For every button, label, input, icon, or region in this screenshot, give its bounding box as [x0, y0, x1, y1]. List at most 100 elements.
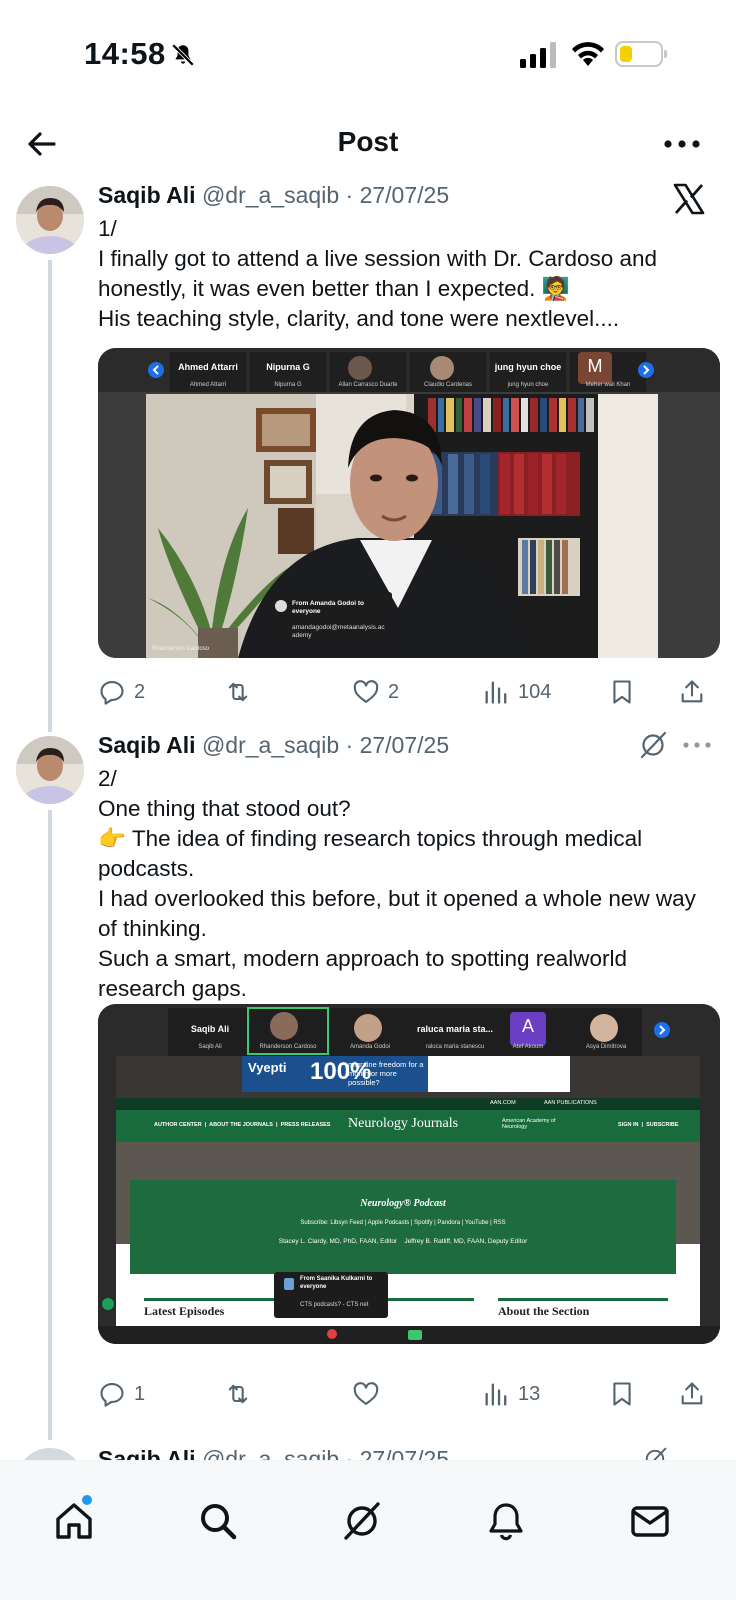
tweet-3-peek[interactable]: Saqib Ali @dr_a_saqib · 27/07/25	[0, 1440, 736, 1462]
more-options-icon[interactable]	[682, 738, 712, 752]
page-title: Post	[337, 126, 399, 157]
reply-button[interactable]: 2	[98, 674, 145, 710]
grok-icon[interactable]	[638, 730, 668, 760]
academy-logo-text: American Academy of Neurology	[502, 1118, 556, 1130]
tweet-text: 2/ One thing that stood out? 👉 The idea …	[98, 764, 718, 1004]
tweet-header: Saqib Ali @dr_a_saqib · 27/07/25	[98, 182, 449, 209]
participant-sub: Meher wali Khan	[585, 382, 631, 388]
bookmark-button[interactable]	[608, 1376, 636, 1412]
bookmark-button[interactable]	[608, 674, 636, 710]
tweet-actions: 1 13	[98, 1376, 720, 1412]
notifications-bell-icon[interactable]	[484, 1499, 528, 1543]
thread-line	[48, 810, 52, 1440]
tweet-header: Saqib Ali @dr_a_saqib · 27/07/25	[98, 732, 449, 759]
tweet-line: His teaching style, clarity, and tone we…	[98, 306, 620, 331]
reply-count: 2	[134, 680, 146, 703]
tweet-2[interactable]: Saqib Ali @dr_a_saqib · 27/07/25 2/ One …	[0, 730, 736, 1440]
reply-icon	[100, 1383, 124, 1407]
status-bar: 14:58	[0, 0, 736, 110]
avatar[interactable]	[16, 736, 84, 804]
participant-name: raluca maria sta...	[416, 1024, 494, 1034]
speaker-label: Rhanderson Cardoso	[152, 646, 210, 652]
bookmark-icon	[613, 1382, 631, 1406]
participant-sub: Allan Carrasco Duarte	[338, 382, 398, 388]
tweet-line: I had overlooked this before, but it ope…	[98, 886, 696, 941]
home-icon[interactable]	[52, 1499, 96, 1543]
podcast-title: Neurology® Podcast	[360, 1198, 446, 1209]
tweet-line: 2/	[98, 766, 117, 791]
view-count: 13	[518, 1382, 541, 1405]
ad-text: migraine freedom for a month or more pos…	[348, 1060, 424, 1087]
like-button[interactable]: 2	[352, 674, 399, 710]
tweet-actions: 2 2 104	[98, 674, 720, 710]
share-icon	[681, 680, 703, 703]
participant-sub: Ahmed Attarri	[189, 382, 227, 388]
messages-envelope-icon[interactable]	[628, 1499, 672, 1543]
thread-line	[48, 260, 52, 732]
author-handle[interactable]: @dr_a_saqib	[202, 182, 339, 208]
site-nav-links: AUTHOR CENTER | ABOUT THE JOURNALS | PRE…	[154, 1122, 331, 1128]
site-name: Neurology Journals	[348, 1116, 459, 1131]
tweet-1[interactable]: Saqib Ali @dr_a_saqib · 27/07/25 1/ I fi…	[0, 180, 736, 732]
x-logo-icon	[673, 183, 705, 215]
more-options-icon[interactable]	[662, 132, 702, 156]
author-name[interactable]: Saqib Ali	[98, 182, 196, 208]
share-button[interactable]	[678, 674, 706, 710]
tweet-line: Such a smart, modern approach to spottin…	[98, 946, 628, 1001]
participant-name: Ahmed Attarri	[178, 362, 238, 372]
tweet-media-image[interactable]: Saqib Ali Saqib Ali Rhanderson Cardoso A…	[98, 1004, 720, 1344]
about-section-heading: About the Section	[498, 1304, 590, 1318]
participant-name: Saqib Ali	[190, 1024, 230, 1034]
author-handle[interactable]: @dr_a_saqib	[202, 732, 339, 758]
repost-icon	[228, 682, 248, 702]
share-button[interactable]	[678, 1376, 706, 1412]
sign-in-link: SIGN IN | SUBSCRIBE	[618, 1122, 679, 1128]
site-top-link: AAN.COM	[490, 1100, 516, 1106]
bottom-navigation	[0, 1460, 736, 1600]
chat-from: From Saanika Kulkarni to everyone	[300, 1276, 373, 1290]
share-icon	[681, 1382, 703, 1405]
separator: ·	[339, 732, 360, 758]
participant-sub: Asya Dimitrova	[585, 1044, 627, 1050]
post-date[interactable]: 27/07/25	[360, 182, 450, 208]
repost-button[interactable]	[224, 674, 260, 710]
ad-brand: Vyepti	[248, 1060, 287, 1075]
subscribe-line: Subscribe: Libsyn Feed | Apple Podcasts …	[300, 1220, 506, 1226]
view-count: 104	[518, 680, 552, 703]
tweet-line: I finally got to attend a live session w…	[98, 246, 658, 301]
views-button[interactable]: 13	[482, 1376, 540, 1412]
participant-sub: Claudio Cardenas	[423, 382, 473, 388]
author-name[interactable]: Saqib Ali	[98, 732, 196, 758]
bookmark-icon	[613, 680, 631, 704]
tweet-media-image[interactable]: Ahmed Attarri Ahmed Attarri Nipurna G Ni…	[98, 348, 720, 658]
search-icon[interactable]	[196, 1499, 240, 1543]
like-button[interactable]	[352, 1376, 388, 1412]
notification-dot	[82, 1495, 92, 1505]
tweet-line: One thing that stood out?	[98, 796, 351, 821]
latest-episodes-heading: Latest Episodes	[144, 1304, 225, 1318]
participant-name: Nipurna G	[266, 362, 310, 372]
post-date[interactable]: 27/07/25	[360, 732, 450, 758]
chat-from: From Amanda Godoi to everyone	[292, 600, 364, 615]
separator: ·	[339, 182, 360, 208]
views-button[interactable]: 104	[482, 674, 551, 710]
tweet-line: 👉 The idea of finding research topics th…	[98, 826, 643, 881]
reply-button[interactable]: 1	[98, 1376, 145, 1412]
participant-sub: Nipurna G	[274, 382, 302, 388]
grok-icon[interactable]	[340, 1499, 384, 1543]
chat-message: CTS podcasts? - CTS net	[300, 1302, 369, 1308]
participant-initial: M	[587, 356, 603, 376]
analytics-icon	[485, 681, 507, 704]
status-time: 14:58	[84, 36, 166, 71]
avatar[interactable]	[16, 186, 84, 254]
repost-icon	[228, 1384, 248, 1404]
battery-icon	[615, 41, 667, 67]
reply-count: 1	[134, 1382, 146, 1405]
participant-sub: Amanda Godoi	[349, 1044, 391, 1050]
tweet-line: 1/	[98, 216, 117, 241]
bell-muted-icon	[171, 43, 195, 67]
analytics-icon	[485, 1383, 507, 1406]
post-header: Post	[0, 110, 736, 180]
reply-icon	[100, 681, 124, 705]
repost-button[interactable]	[224, 1376, 260, 1412]
